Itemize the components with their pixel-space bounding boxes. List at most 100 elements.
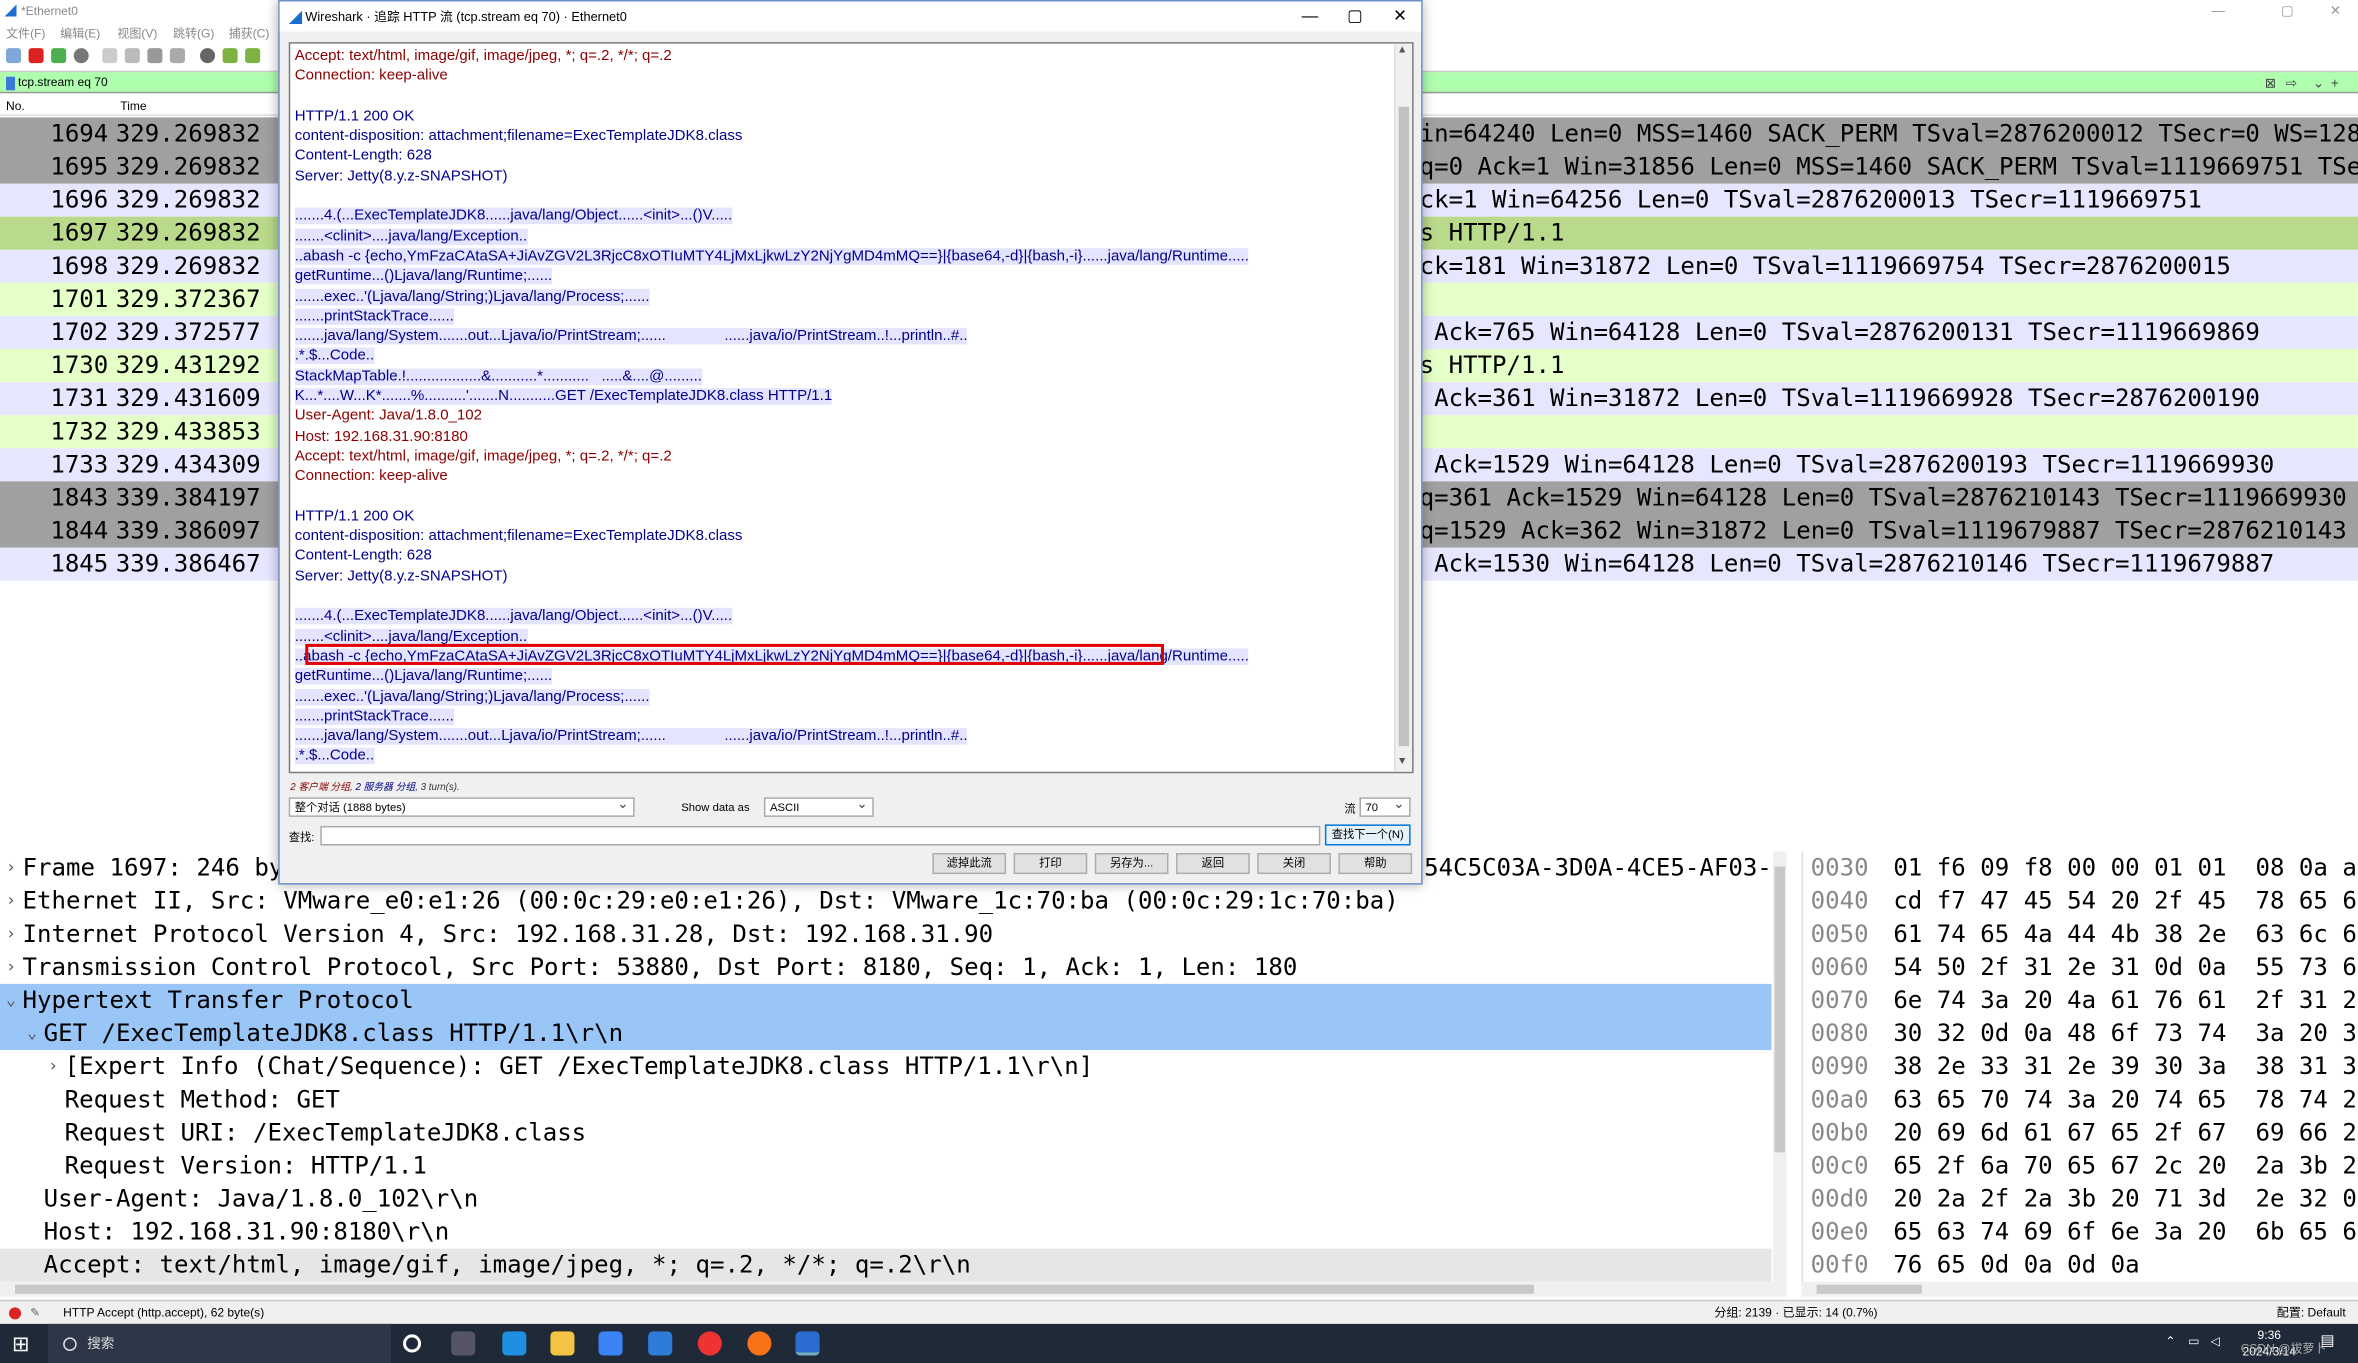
tree-row[interactable]: ⌄ Hypertext Transfer Protocol <box>0 983 1772 1017</box>
help-button[interactable]: 帮助 <box>1338 853 1413 875</box>
windows-start-icon[interactable]: ⊞ <box>12 1331 36 1355</box>
close-button[interactable]: 关闭 <box>1257 853 1331 875</box>
bytes-offset: 0090 <box>1810 1051 1869 1081</box>
reload-icon[interactable] <box>169 48 185 64</box>
stream-number-spinbox[interactable]: 70 <box>1359 796 1411 817</box>
clear-filter-icon[interactable]: ⊠ <box>2265 75 2276 92</box>
task-view-icon[interactable] <box>403 1334 422 1353</box>
firefox-icon[interactable] <box>747 1331 772 1356</box>
menu-capture[interactable]: 捕获(C) <box>229 26 270 43</box>
tree-row[interactable]: Accept: text/html, image/gif, image/jpeg… <box>0 1248 1772 1282</box>
expert-info-icon[interactable] <box>9 1307 22 1320</box>
expand-arrow-icon[interactable]: › <box>48 1050 58 1083</box>
capture-options-icon[interactable] <box>73 48 89 64</box>
bytes-horizontal-scrollbar[interactable] <box>1801 1281 2358 1297</box>
conversation-select[interactable]: 整个对话 (1888 bytes) <box>288 796 635 817</box>
client-line: Connection: keep-alive <box>294 66 1393 87</box>
menu-file[interactable]: 文件(F) <box>6 26 45 43</box>
taskbar-search-box[interactable]: 搜索 <box>48 1323 391 1363</box>
network-icon[interactable]: ▭ <box>2188 1334 2199 1348</box>
dialog-minimize-icon[interactable]: — <box>1287 2 1332 32</box>
file-explorer-icon[interactable] <box>550 1331 575 1356</box>
dialog-maximize-icon[interactable]: ▢ <box>1332 2 1377 32</box>
store-icon[interactable] <box>598 1331 623 1356</box>
print-button[interactable]: 打印 <box>1013 853 1088 875</box>
back-button[interactable]: 返回 <box>1175 853 1250 875</box>
tree-row[interactable]: ⌄ GET /ExecTemplateJDK8.class HTTP/1.1\r\… <box>0 1016 1772 1051</box>
column-no[interactable]: No. <box>6 99 25 113</box>
server-line: .......java/lang/System.......out...Ljav… <box>294 727 1393 747</box>
go-forward-icon[interactable] <box>245 48 261 64</box>
filter-dropdown-icon[interactable]: ⌄ <box>2313 75 2324 92</box>
find-next-button[interactable]: 查找下一个(N) <box>1324 824 1411 846</box>
shark-fin-icon[interactable] <box>6 48 22 64</box>
stream-label: 流 <box>1344 801 1356 816</box>
tree-row[interactable]: › Internet Protocol Version 4, Src: 192.1… <box>0 918 1772 951</box>
stream-line-text: .*.$...Code.. <box>294 348 375 365</box>
stats-client-packets: 2 客户端 分组 <box>290 782 350 793</box>
expand-arrow-icon[interactable]: › <box>6 951 16 984</box>
go-back-icon[interactable] <box>222 48 238 64</box>
wireshark-logo-icon <box>4 4 17 17</box>
main-maximize-icon[interactable]: ▢ <box>2268 0 2307 23</box>
tree-row[interactable]: User-Agent: Java/1.8.0_102\r\n <box>0 1182 1772 1215</box>
status-profile[interactable]: 配置: Default <box>2277 1301 2346 1325</box>
tree-row[interactable]: Host: 192.168.31.90:8180\r\n <box>0 1216 1772 1249</box>
dialog-close-icon[interactable]: ✕ <box>1378 2 1423 32</box>
tray-expand-icon[interactable]: ⌃ <box>2166 1334 2176 1348</box>
server-line: getRuntime...()Ljava/lang/Runtime;...... <box>294 667 1393 687</box>
stream-vertical-scrollbar[interactable]: ▲ ▼ <box>1394 43 1413 772</box>
add-filter-button-icon[interactable]: + <box>2331 75 2339 90</box>
menu-edit[interactable]: 编辑(E) <box>60 26 100 43</box>
volume-icon[interactable]: ◁ <box>2211 1334 2220 1348</box>
mail-icon[interactable] <box>648 1331 673 1356</box>
tree-row[interactable]: Request URI: /ExecTemplateJDK8.class <box>0 1116 1772 1149</box>
details-horizontal-scrollbar[interactable] <box>0 1281 1787 1297</box>
edge-browser-icon[interactable] <box>502 1331 527 1356</box>
tree-row[interactable]: Request Method: GET <box>0 1083 1772 1116</box>
scroll-up-icon[interactable]: ▲ <box>1397 45 1407 56</box>
packet-time: 329.269832 <box>115 151 261 181</box>
close-file-icon[interactable] <box>147 48 163 64</box>
find-packet-icon[interactable] <box>200 48 216 64</box>
chrome-icon[interactable] <box>697 1331 722 1356</box>
tree-row[interactable]: › Ethernet II, Src: VMware_e0:e1:26 (00:0… <box>0 885 1772 918</box>
packet-no: 1730 <box>50 350 109 380</box>
packet-bytes-pane[interactable]: 0030 01 f6 09 f8 00 00 01 01 08 0a a 0040 c… <box>1801 851 2358 1282</box>
expand-arrow-icon[interactable]: › <box>6 885 16 918</box>
main-minimize-icon[interactable]: — <box>2199 0 2238 23</box>
open-file-icon[interactable] <box>102 48 118 64</box>
save-as-button[interactable]: 另存为... <box>1094 853 1169 875</box>
menu-go[interactable]: 跳转(G) <box>173 26 214 43</box>
filter-out-stream-button[interactable]: 滤掉此流 <box>932 853 1007 875</box>
tree-row[interactable]: Request Version: HTTP/1.1 <box>0 1149 1772 1182</box>
expand-arrow-icon[interactable]: › <box>6 918 16 951</box>
server-line: StackMapTable.!..................&......… <box>294 367 1393 387</box>
packet-info: in=64240 Len=0 MSS=1460 SACK_PERM TSval=… <box>1419 118 2358 148</box>
wireshark-taskbar-icon[interactable] <box>795 1331 820 1356</box>
stream-content-area[interactable]: Accept: text/html, image/gif, image/jpeg… <box>288 42 1414 774</box>
menu-view[interactable]: 视图(V) <box>117 26 157 43</box>
apply-filter-icon[interactable]: ⇨ <box>2286 75 2297 92</box>
main-close-icon[interactable]: ✕ <box>2316 0 2355 23</box>
column-time[interactable]: Time <box>120 99 146 113</box>
packet-time: 329.372367 <box>115 284 261 313</box>
notification-icon[interactable]: ▤ <box>2320 1333 2334 1350</box>
save-file-icon[interactable] <box>124 48 140 64</box>
packet-details-tree[interactable]: › Frame 1697: 246 by › Ethernet II, Src: VM… <box>0 851 1787 1282</box>
tree-row[interactable]: › Transmission Control Protocol, Src Port… <box>0 951 1772 984</box>
widgets-icon[interactable] <box>451 1331 476 1356</box>
details-vertical-scrollbar[interactable] <box>1773 851 1787 1282</box>
find-input[interactable] <box>320 825 1321 846</box>
edit-comment-icon[interactable]: ✎ <box>30 1301 40 1325</box>
tree-row[interactable]: › [Expert Info (Chat/Sequence): GET /Exec… <box>0 1050 1772 1083</box>
stop-capture-icon[interactable] <box>28 48 44 64</box>
scroll-down-icon[interactable]: ▼ <box>1397 757 1407 768</box>
collapse-arrow-icon[interactable]: ⌄ <box>27 1017 37 1050</box>
expand-arrow-icon[interactable]: › <box>6 852 16 885</box>
scroll-thumb[interactable] <box>1398 106 1410 747</box>
restart-capture-icon[interactable] <box>51 48 67 64</box>
display-filter-input[interactable]: tcp.stream eq 70 <box>6 75 108 89</box>
collapse-arrow-icon[interactable]: ⌄ <box>6 984 16 1017</box>
show-data-as-select[interactable]: ASCII <box>763 796 874 817</box>
